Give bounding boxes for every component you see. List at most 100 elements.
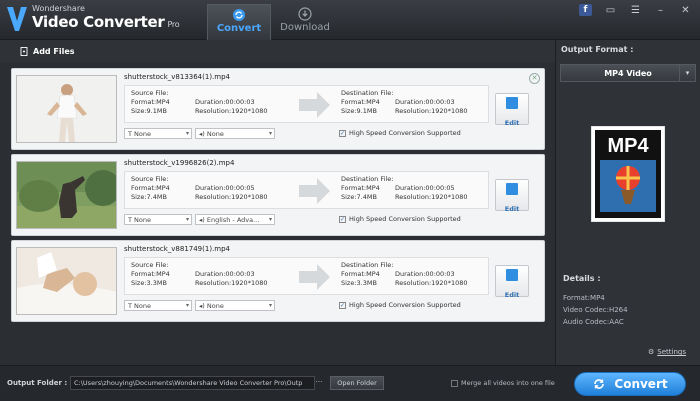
detail-video-codec: Video Codec:H264 — [563, 306, 628, 314]
high-speed-indicator: ✓ High Speed Conversion Supported — [339, 215, 461, 223]
source-duration: Duration:00:00:05 — [195, 184, 255, 192]
add-file-icon — [20, 46, 28, 56]
source-size: Size:3.3MB — [131, 279, 167, 287]
edit-label: Edit — [504, 119, 520, 127]
mp4-format-icon: MP4 — [591, 126, 665, 222]
arrow-right-icon — [299, 264, 330, 290]
details-label: Details : — [563, 274, 601, 283]
subtitle-dropdown[interactable]: T None — [124, 214, 192, 225]
file-info-panel: Source File: Format:MP4 Duration:00:00:0… — [124, 85, 489, 123]
edit-icon — [506, 269, 518, 281]
file-name: shutterstock_v813364(1).mp4 — [124, 73, 230, 81]
merge-videos-checkbox[interactable]: Merge all videos into one file — [451, 379, 555, 387]
destination-duration: Duration:00:00:03 — [395, 98, 455, 106]
convert-refresh-icon — [594, 379, 605, 389]
audio-track-dropdown[interactable]: ◂) English - Adva... — [195, 214, 275, 225]
source-resolution: Resolution:1920*1080 — [195, 107, 268, 115]
high-speed-indicator: ✓ High Speed Conversion Supported — [339, 301, 461, 309]
source-label: Source File: — [131, 261, 169, 269]
source-format: Format:MP4 — [131, 98, 170, 106]
arrow-right-icon — [299, 92, 330, 118]
file-list: shutterstock_v813364(1).mp4 ✕ Source Fil… — [11, 68, 545, 326]
tab-download-label: Download — [280, 22, 330, 33]
video-thumbnail[interactable] — [16, 247, 117, 315]
detail-format: Format:MP4 — [563, 294, 605, 302]
app-title: Video Converter Pro — [32, 13, 180, 31]
destination-resolution: Resolution:1920*1080 — [395, 279, 468, 287]
add-files-button[interactable]: Add Files — [14, 43, 81, 59]
subtitle-dropdown[interactable]: T None — [124, 300, 192, 311]
settings-label: Settings — [657, 348, 686, 356]
source-duration: Duration:00:00:03 — [195, 270, 255, 278]
video-thumbnail[interactable] — [16, 161, 117, 229]
file-info-panel: Source File: Format:MP4 Duration:00:00:0… — [124, 171, 489, 209]
audio-track-dropdown[interactable]: ◂) None — [195, 300, 275, 311]
source-format: Format:MP4 — [131, 270, 170, 278]
toolbar: Add Files — [0, 40, 555, 62]
facebook-icon[interactable]: f — [579, 4, 592, 16]
settings-link[interactable]: ⚙ Settings — [648, 348, 686, 356]
app-logo-icon — [7, 7, 27, 31]
tab-download[interactable]: Download — [274, 4, 336, 40]
source-label: Source File: — [131, 175, 169, 183]
chat-icon[interactable]: ▭ — [604, 4, 617, 16]
file-item: shutterstock_v1996826(2).mp4 Source File… — [11, 154, 545, 236]
checkmark-icon: ✓ — [339, 301, 346, 309]
edit-button[interactable]: Edit — [495, 93, 529, 127]
source-format: Format:MP4 — [131, 184, 170, 192]
brand-company: Wondershare — [32, 4, 85, 13]
subtitle-dropdown[interactable]: T None — [124, 128, 192, 139]
file-name: shutterstock_v881749(1).mp4 — [124, 245, 230, 253]
destination-duration: Duration:00:00:03 — [395, 270, 455, 278]
high-speed-indicator: ✓ High Speed Conversion Supported — [339, 129, 461, 137]
destination-format: Format:MP4 — [341, 270, 380, 278]
edit-button[interactable]: Edit — [495, 179, 529, 213]
high-speed-label: High Speed Conversion Supported — [349, 301, 461, 309]
convert-icon — [233, 9, 245, 21]
edit-label: Edit — [504, 291, 520, 299]
high-speed-label: High Speed Conversion Supported — [349, 215, 461, 223]
destination-size: Size:9.1MB — [341, 107, 377, 115]
gear-icon: ⚙ — [648, 348, 655, 356]
audio-track-dropdown[interactable]: ◂) None — [195, 128, 275, 139]
file-item: shutterstock_v881749(1).mp4 Source File:… — [11, 240, 545, 322]
destination-size: Size:7.4MB — [341, 193, 377, 201]
file-name: shutterstock_v1996826(2).mp4 — [124, 159, 235, 167]
tab-convert[interactable]: Convert — [207, 4, 271, 40]
notes-icon[interactable]: ☰ — [629, 4, 642, 16]
open-folder-button[interactable]: Open Folder — [330, 376, 384, 390]
file-info-panel: Source File: Format:MP4 Duration:00:00:0… — [124, 257, 489, 295]
edit-button[interactable]: Edit — [495, 265, 529, 299]
close-window-icon[interactable]: ✕ — [679, 4, 692, 16]
destination-label: Destination File: — [341, 261, 394, 269]
arrow-right-icon — [299, 178, 330, 204]
browse-button[interactable]: ··· — [313, 376, 325, 390]
destination-duration: Duration:00:00:05 — [395, 184, 455, 192]
output-folder-path-input[interactable]: C:\Users\zhouying\Documents\Wondershare … — [70, 376, 315, 390]
source-resolution: Resolution:1920*1080 — [195, 279, 268, 287]
app-window: Wondershare Video Converter Pro Convert D… — [0, 0, 700, 401]
source-size: Size:7.4MB — [131, 193, 167, 201]
destination-label: Destination File: — [341, 89, 394, 97]
edit-icon — [506, 97, 518, 109]
download-icon — [298, 7, 312, 21]
remove-item-icon[interactable]: ✕ — [529, 73, 540, 84]
output-format-label: Output Format : — [561, 45, 634, 54]
source-label: Source File: — [131, 89, 169, 97]
convert-button[interactable]: Convert — [574, 372, 686, 396]
output-format-dropdown[interactable]: MP4 Video ▾ — [560, 64, 696, 82]
mp4-badge-text: MP4 — [607, 135, 649, 157]
destination-size: Size:3.3MB — [341, 279, 377, 287]
destination-resolution: Resolution:1920*1080 — [395, 107, 468, 115]
merge-label: Merge all videos into one file — [461, 379, 555, 387]
add-files-label: Add Files — [33, 46, 75, 56]
destination-label: Destination File: — [341, 175, 394, 183]
destination-format: Format:MP4 — [341, 184, 380, 192]
output-folder-label: Output Folder : — [7, 379, 68, 387]
minimize-icon[interactable]: – — [654, 4, 667, 16]
checkmark-icon: ✓ — [339, 215, 346, 223]
edit-icon — [506, 183, 518, 195]
edit-label: Edit — [504, 205, 520, 213]
video-thumbnail[interactable] — [16, 75, 117, 143]
source-duration: Duration:00:00:03 — [195, 98, 255, 106]
